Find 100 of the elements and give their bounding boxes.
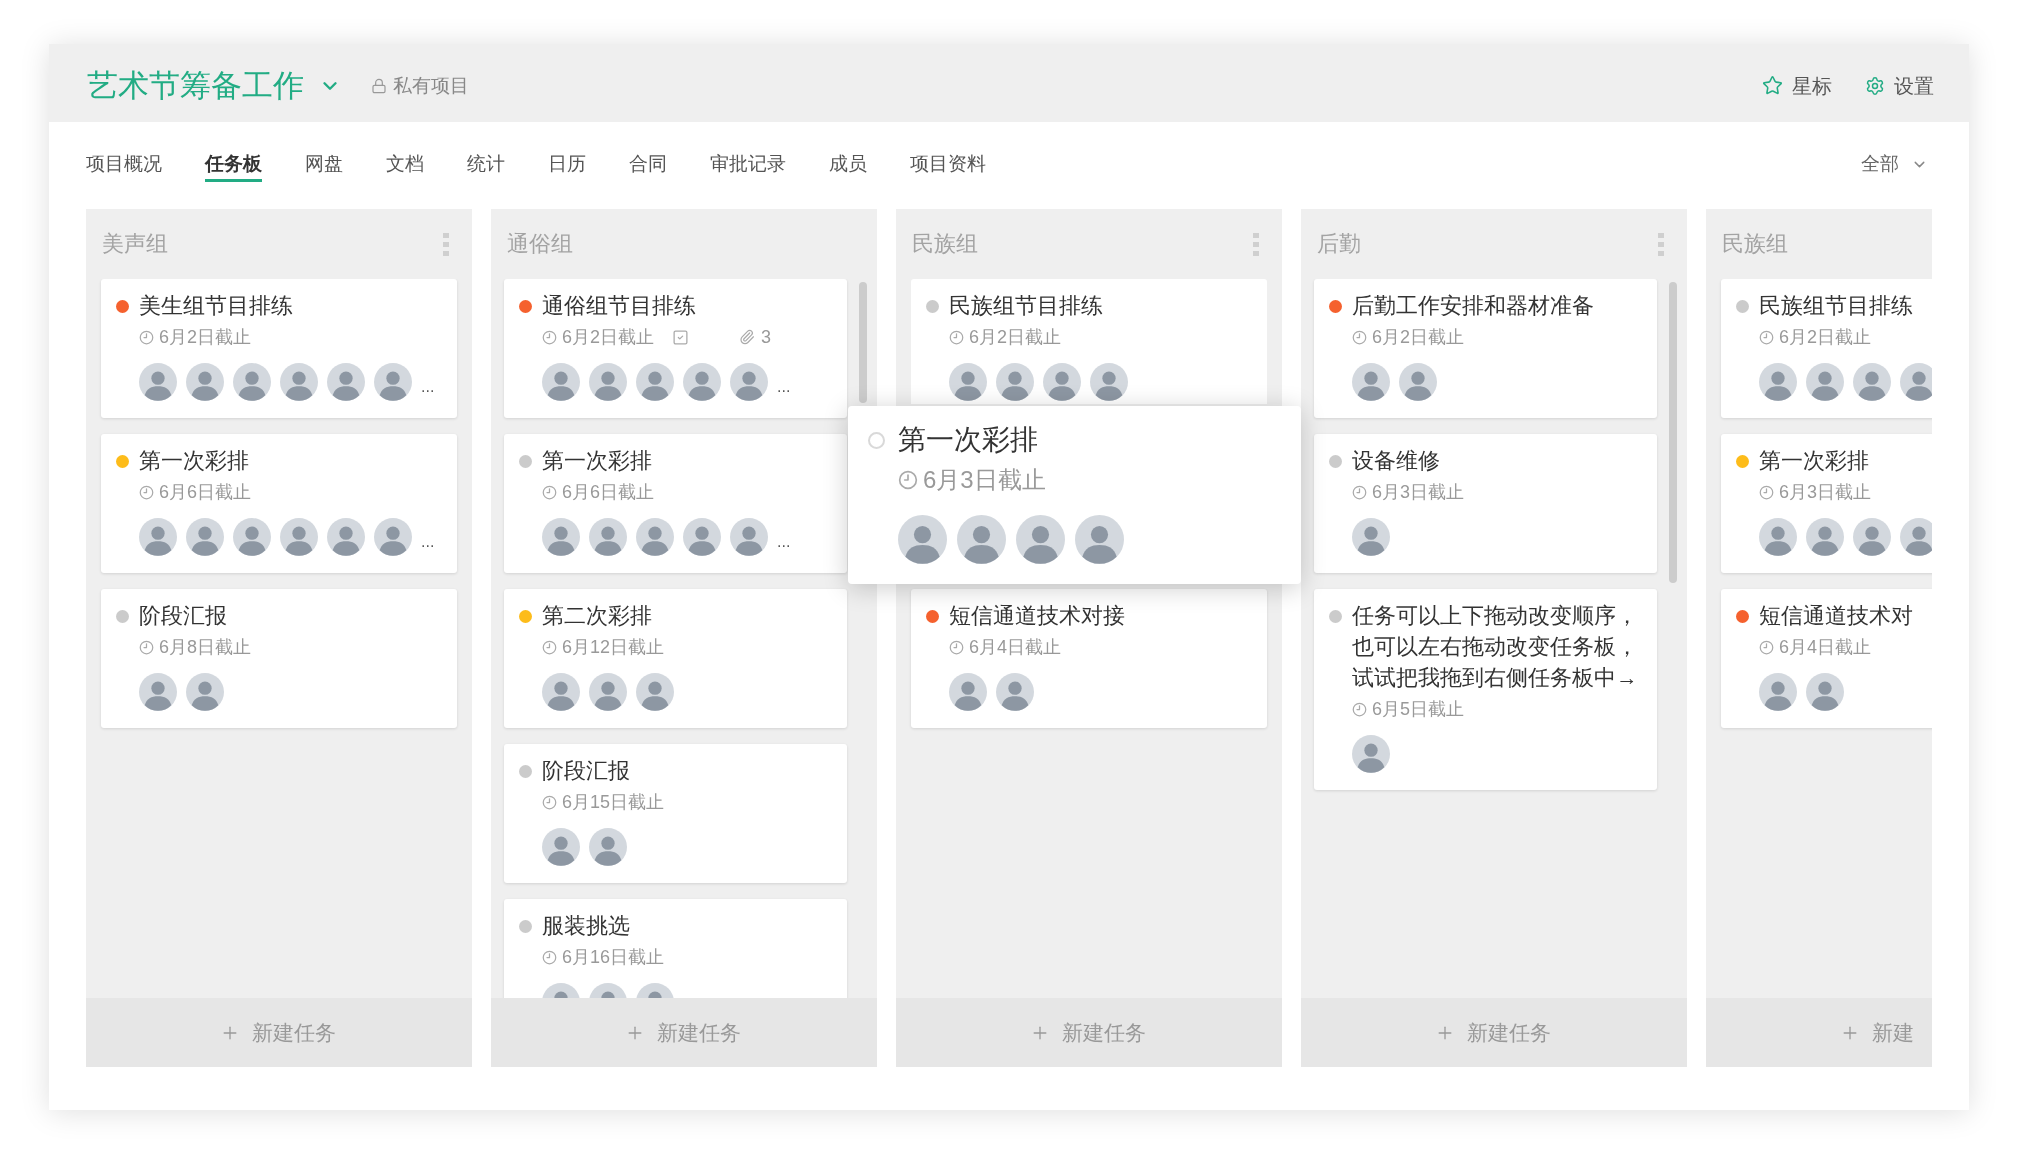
user-avatar-icon (996, 363, 1034, 401)
user-avatar-icon (542, 673, 580, 711)
user-avatar-icon (1900, 363, 1932, 401)
user-avatar-icon (186, 363, 224, 401)
due-date: 6月2日截止 (1779, 326, 1872, 348)
user-avatar-icon (1806, 363, 1844, 401)
user-avatar-icon (1853, 518, 1891, 556)
task-card[interactable]: 通俗组节目排练 6月2日截止 3 ... (504, 279, 847, 418)
user-avatar-icon (1806, 673, 1844, 711)
more-assignees[interactable]: ... (421, 379, 435, 395)
filter-dropdown[interactable]: 全部 (1861, 151, 1928, 177)
task-card[interactable]: 后勤工作安排和器材准备 6月2日截止 (1314, 279, 1657, 418)
task-title: 后勤工作安排和器材准备 (1352, 293, 1595, 320)
due-date: 6月12日截止 (562, 636, 665, 658)
clock-icon (139, 484, 154, 500)
more-assignees[interactable]: ... (777, 534, 791, 550)
more-menu-icon[interactable] (1253, 232, 1259, 256)
user-avatar-icon (949, 363, 987, 401)
column-title: 通俗组 (507, 231, 573, 258)
clock-icon (1759, 329, 1774, 345)
user-avatar-icon (1759, 518, 1797, 556)
user-avatar-icon (542, 828, 580, 866)
due-date: 6月2日截止 (159, 326, 252, 348)
task-title: 通俗组节目排练 (542, 293, 697, 320)
nav-tab[interactable]: 项目概况 (86, 151, 162, 182)
nav-tab[interactable]: 日历 (548, 151, 586, 182)
nav-tab[interactable]: 网盘 (305, 151, 343, 182)
due-date: 6月16日截止 (562, 946, 665, 968)
nav-tab[interactable]: 合同 (629, 151, 667, 182)
task-card[interactable]: 服装挑选 6月16日截止 (504, 899, 847, 998)
user-avatar-icon (683, 518, 721, 556)
nav-tab[interactable]: 文档 (386, 151, 424, 182)
user-avatar-icon (730, 518, 768, 556)
user-avatar-icon (139, 518, 177, 556)
task-card[interactable]: 阶段汇报 6月8日截止 (101, 589, 457, 728)
settings-button[interactable]: 设置 (1865, 72, 1934, 99)
user-avatar-icon (280, 518, 318, 556)
star-button[interactable]: 星标 (1762, 72, 1832, 99)
clock-icon (949, 639, 964, 655)
paperclip-icon (739, 329, 756, 345)
due-date: 6月3日截止 (1372, 481, 1465, 503)
task-card[interactable]: 阶段汇报 6月15日截止 (504, 744, 847, 883)
user-avatar-icon (957, 515, 1006, 564)
due-date: 6月15日截止 (562, 791, 665, 813)
task-card[interactable]: 第一次彩排 6月6日截止 ... (504, 434, 847, 573)
task-card[interactable]: 第一次彩排 6月3日截止 (1721, 434, 1932, 573)
user-avatar-icon (898, 515, 947, 564)
user-avatar-icon (1399, 363, 1437, 401)
task-card[interactable]: 美生组节目排练 6月2日截止 ... (101, 279, 457, 418)
user-avatar-icon (233, 518, 271, 556)
task-title: 阶段汇报 (542, 758, 631, 785)
task-title: 服装挑选 (542, 913, 631, 940)
due-date: 6月2日截止 (1372, 326, 1465, 348)
column-title: 民族组 (912, 231, 978, 258)
task-card[interactable]: 民族组节目排练 6月2日截止 (911, 279, 1267, 404)
task-title: 民族组节目排练 (1759, 293, 1914, 320)
due-date: 6月2日截止 (969, 326, 1062, 348)
task-card[interactable]: 第一次彩排 6月6日截止 ... (101, 434, 457, 573)
user-avatar-icon (636, 518, 674, 556)
task-title: 设备维修 (1352, 448, 1441, 475)
nav-tab[interactable]: 任务板 (205, 151, 262, 182)
more-menu-icon[interactable] (1658, 232, 1664, 256)
user-avatar-icon (1806, 518, 1844, 556)
task-card[interactable]: 设备维修 6月3日截止 (1314, 434, 1657, 573)
nav-tab[interactable]: 审批记录 (710, 151, 786, 182)
clock-icon (1352, 701, 1367, 717)
task-card[interactable]: 第二次彩排 6月12日截止 (504, 589, 847, 728)
task-title: 短信通道技术对 (1759, 603, 1914, 630)
task-title: 民族组节目排练 (949, 293, 1104, 320)
user-avatar-icon (1853, 363, 1891, 401)
user-avatar-icon (542, 518, 580, 556)
user-avatar-icon (730, 363, 768, 401)
due-date: 6月2日截止 (562, 326, 655, 348)
user-avatar-icon (683, 363, 721, 401)
nav-tab[interactable]: 项目资料 (910, 151, 986, 182)
user-avatar-icon (1352, 735, 1390, 773)
nav-tab[interactable]: 成员 (829, 151, 867, 182)
more-assignees[interactable]: ... (777, 379, 791, 395)
due-date: 6月4日截止 (1779, 636, 1872, 658)
status-ring-icon[interactable] (868, 431, 885, 449)
user-avatar-icon (374, 518, 412, 556)
clock-icon (898, 470, 918, 490)
task-title: 第一次彩排 (1759, 448, 1870, 475)
dragged-task-card[interactable]: 第一次彩排 6月3日截止 (848, 406, 1301, 584)
more-assignees[interactable]: ... (421, 534, 435, 550)
clock-icon (1759, 639, 1774, 655)
scrollbar[interactable] (1669, 282, 1677, 583)
scrollbar[interactable] (859, 282, 867, 403)
nav-tab[interactable]: 统计 (467, 151, 505, 182)
task-card[interactable]: 民族组节目排练 6月2日截止 (1721, 279, 1932, 418)
due-date: 6月6日截止 (562, 481, 655, 503)
task-card[interactable]: 任务可以上下拖动改变顺序，也可以左右拖动改变任务板，试试把我拖到右侧任务板中→ 6月5日截止 (1314, 589, 1657, 790)
user-avatar-icon (374, 363, 412, 401)
task-card[interactable]: 短信通道技术对 6月4日截止 (1721, 589, 1932, 728)
due-date: 6月8日截止 (159, 636, 252, 658)
visibility-label: 私有项目 (393, 73, 469, 98)
more-menu-icon[interactable] (443, 232, 449, 256)
clock-icon (1759, 484, 1774, 500)
task-card[interactable]: 短信通道技术对接 6月4日截止 (911, 589, 1267, 728)
user-avatar-icon (1016, 515, 1065, 564)
